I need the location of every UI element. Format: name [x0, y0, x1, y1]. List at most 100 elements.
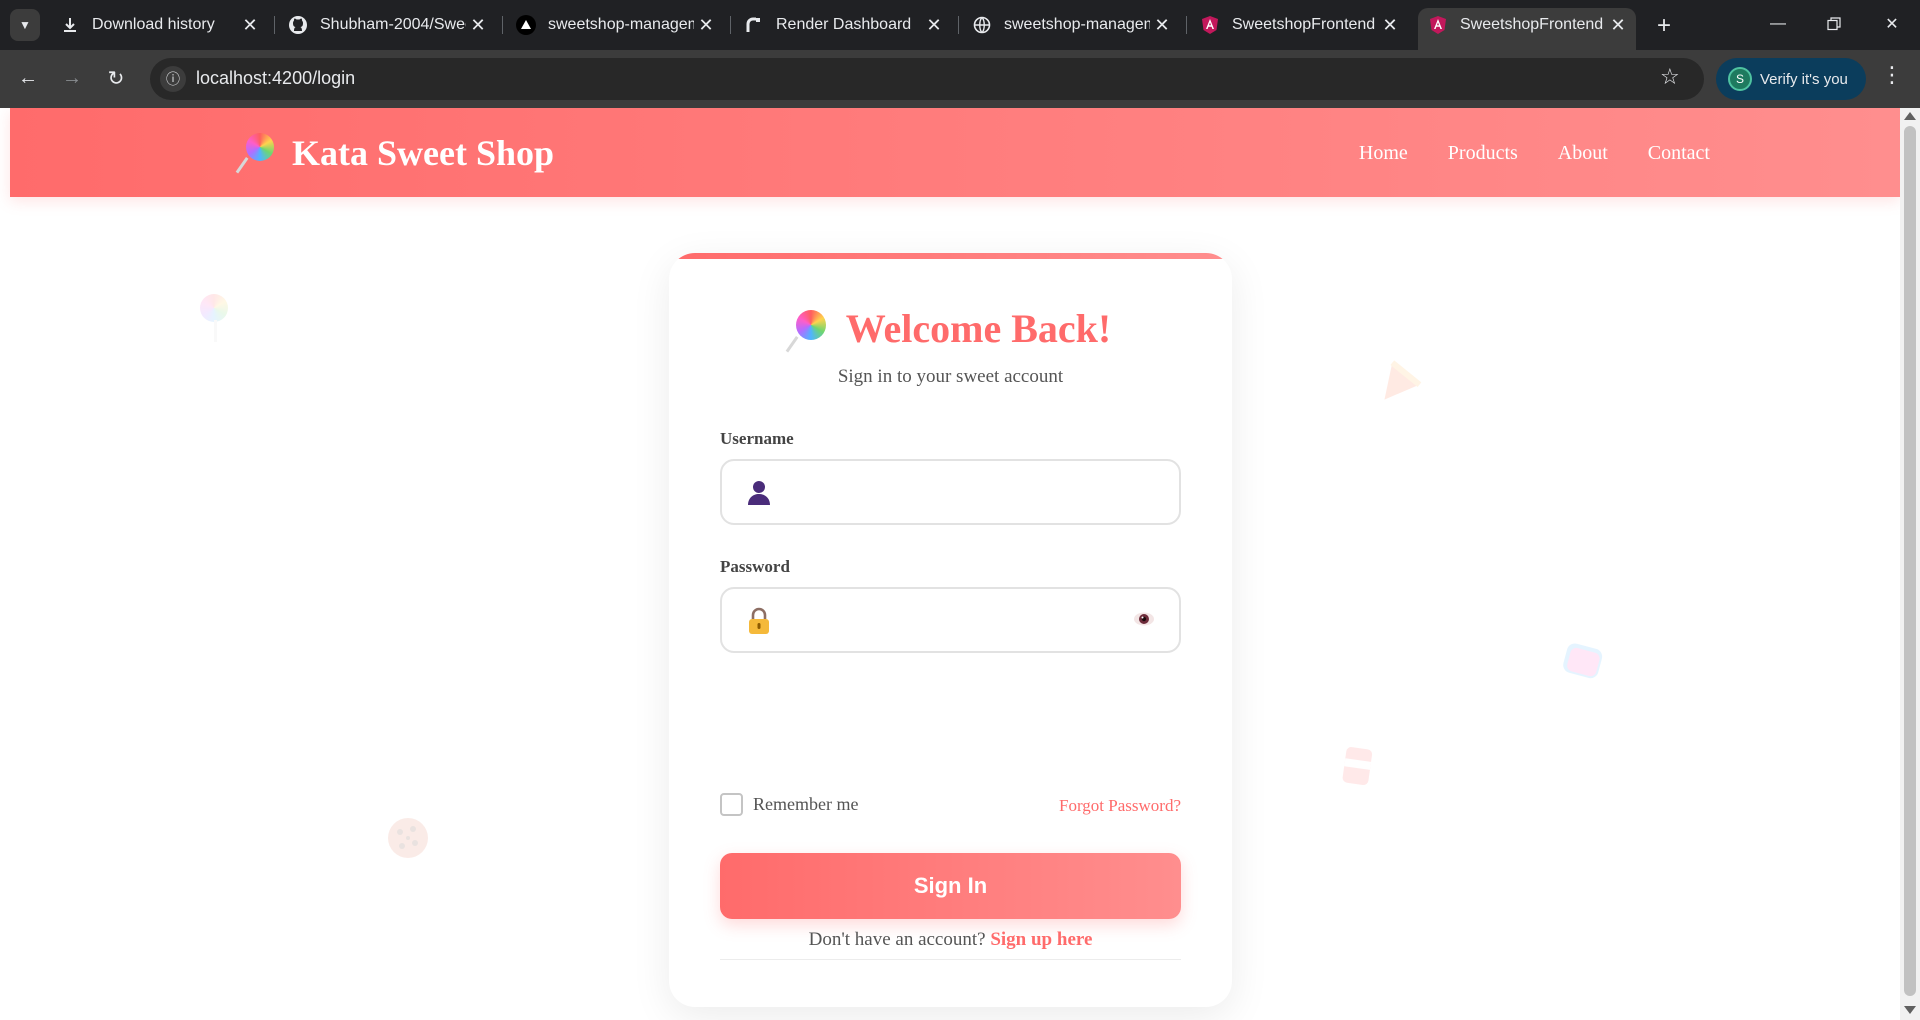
globe-icon	[972, 15, 992, 35]
cookie-decoration-icon	[386, 816, 430, 865]
lollipop-decoration-icon	[198, 294, 232, 349]
login-title-text: Welcome Back!	[845, 306, 1112, 351]
cake-decoration-icon	[1368, 349, 1427, 407]
login-title: Welcome Back!	[669, 305, 1232, 352]
angular-icon	[1428, 15, 1448, 35]
login-card: Welcome Back! Sign in to your sweet acco…	[669, 253, 1232, 1007]
chocolate-decoration-icon	[1339, 744, 1375, 793]
close-icon[interactable]: ✕	[466, 15, 490, 36]
remember-me[interactable]: Remember me	[720, 793, 858, 816]
back-button[interactable]: ←	[12, 62, 44, 94]
close-icon[interactable]: ✕	[1150, 15, 1174, 36]
download-icon	[60, 15, 80, 35]
close-icon[interactable]: ✕	[1378, 15, 1402, 36]
remember-checkbox[interactable]	[720, 793, 743, 816]
nav-link-about[interactable]: About	[1558, 142, 1608, 165]
eye-icon[interactable]	[1133, 611, 1155, 627]
username-input[interactable]	[786, 471, 1126, 513]
username-label: Username	[720, 429, 794, 448]
tab-title: Download history	[92, 16, 215, 33]
nav-link-contact[interactable]: Contact	[1648, 142, 1710, 165]
vercel-icon	[516, 15, 536, 35]
tab-title: SweetshopFrontend	[1460, 16, 1604, 33]
tab-search-button[interactable]: ▼	[10, 9, 40, 41]
user-icon	[748, 481, 770, 505]
address-bar[interactable]	[150, 58, 1704, 100]
sign-in-button[interactable]: Sign In	[720, 853, 1181, 919]
nav-link-products[interactable]: Products	[1448, 142, 1518, 165]
browser-tab[interactable]: Download history ✕	[50, 8, 268, 42]
brand-name: Kata Sweet Shop	[292, 133, 555, 173]
angular-icon	[1200, 15, 1220, 35]
plus-icon: +	[1656, 12, 1671, 39]
site-info-icon[interactable]: ⓘ	[160, 66, 186, 92]
tab-title: sweetshop-managem	[1004, 16, 1150, 33]
lollipop-icon	[785, 308, 830, 352]
username-field[interactable]	[720, 459, 1181, 525]
arrow-right-icon: →	[62, 66, 82, 89]
tab-separator	[958, 16, 959, 34]
signup-prompt: Don't have an account? Sign up here	[669, 929, 1232, 951]
avatar: S	[1728, 67, 1752, 91]
close-icon[interactable]: ✕	[922, 15, 946, 36]
remember-label: Remember me	[753, 794, 859, 814]
new-tab-button[interactable]: +	[1650, 12, 1678, 40]
tab-title: Shubham-2004/Swee	[320, 16, 466, 33]
site-header: Kata Sweet Shop Home Products About Cont…	[10, 108, 1900, 197]
tab-separator	[1186, 16, 1187, 34]
browser-tab[interactable]: SweetshopFrontend ✕	[1190, 8, 1408, 42]
render-icon	[744, 15, 764, 35]
candy-decoration-icon	[1557, 637, 1609, 689]
reload-button[interactable]: ↻	[100, 62, 132, 94]
tab-separator	[274, 16, 275, 34]
scroll-up-arrow-icon[interactable]	[1904, 112, 1916, 120]
tab-separator	[730, 16, 731, 34]
browser-menu-icon[interactable]: ⋮	[1880, 62, 1904, 88]
bookmark-star-icon[interactable]: ☆	[1660, 64, 1680, 90]
profile-button-label: Verify it's you	[1760, 70, 1848, 88]
browser-tab[interactable]: Shubham-2004/Swee ✕	[278, 8, 496, 42]
lollipop-icon	[235, 133, 278, 174]
url-text[interactable]: localhost:4200/login	[196, 68, 355, 89]
password-field[interactable]	[720, 587, 1181, 653]
signup-link[interactable]: Sign up here	[990, 929, 1092, 950]
restore-button[interactable]	[1812, 8, 1856, 40]
close-window-button[interactable]: ✕	[1870, 8, 1914, 40]
card-accent-bar	[669, 253, 1232, 259]
reload-icon: ↻	[107, 67, 125, 90]
restore-icon	[1827, 17, 1841, 31]
minimize-icon: —	[1770, 15, 1786, 32]
forward-button[interactable]: →	[56, 62, 88, 94]
close-icon[interactable]: ✕	[694, 15, 718, 36]
nav-link-home[interactable]: Home	[1359, 142, 1408, 165]
scrollbar-thumb[interactable]	[1904, 126, 1916, 996]
browser-tab-active[interactable]: SweetshopFrontend ✕	[1418, 8, 1636, 50]
scroll-down-arrow-icon[interactable]	[1904, 1006, 1916, 1014]
close-icon: ✕	[1885, 16, 1899, 33]
site-logo[interactable]: Kata Sweet Shop	[235, 132, 555, 174]
browser-tab[interactable]: sweetshop-managem ✕	[962, 8, 1180, 42]
password-label: Password	[720, 557, 790, 576]
arrow-left-icon: ←	[18, 66, 38, 89]
forgot-password-link[interactable]: Forgot Password?	[1059, 796, 1181, 816]
browser-tab-bar: ▼ Download history ✕ Shubham-2004/Swee ✕…	[0, 0, 1920, 50]
profile-verify-button[interactable]: S Verify it's you	[1716, 58, 1866, 100]
close-icon[interactable]: ✕	[238, 15, 262, 36]
page-viewport: Kata Sweet Shop Home Products About Cont…	[0, 108, 1920, 1020]
github-icon	[288, 15, 308, 35]
main-nav: Home Products About Contact	[1359, 142, 1710, 165]
browser-tab[interactable]: Render Dashboard ✕	[734, 8, 952, 42]
divider	[720, 959, 1181, 960]
tab-title: SweetshopFrontend	[1232, 16, 1376, 33]
tab-separator	[502, 16, 503, 34]
login-subtitle: Sign in to your sweet account	[837, 366, 1064, 387]
close-icon[interactable]: ✕	[1606, 15, 1630, 36]
signup-prompt-text: Don't have an account?	[808, 929, 991, 950]
minimize-button[interactable]: —	[1756, 8, 1800, 40]
browser-tab[interactable]: sweetshop-managem ✕	[506, 8, 724, 42]
tab-title: Render Dashboard	[776, 16, 912, 33]
lock-icon	[749, 607, 769, 634]
tab-title: sweetshop-managem	[548, 16, 694, 33]
password-input[interactable]	[786, 599, 1126, 641]
chevron-down-icon: ▼	[19, 18, 31, 32]
